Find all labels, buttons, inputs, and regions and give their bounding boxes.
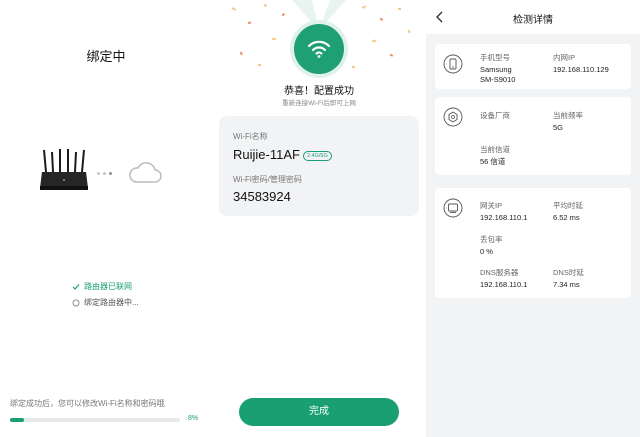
dns-latency-value: 7.34 ms — [553, 280, 580, 289]
avg-latency-label: 平均时延 — [553, 201, 583, 210]
network-info-card: 网关IP 192.168.110.1 平均时延 6.52 ms 丢包率 0 % … — [435, 188, 631, 298]
avg-latency-value: 6.52 ms — [553, 213, 580, 222]
connecting-dots — [97, 172, 112, 175]
phone-info-card: 手机型号 Samsung SM-S9010 内网IP 192.168.110.1… — [435, 44, 631, 89]
phone-icon — [443, 54, 463, 74]
binding-panel: 绑定中 路由器已联网 绑定路由器中... 绑定成功后，您可以修改Wi-Fi名称和… — [0, 0, 212, 437]
detail-panel: 检测详情 手机型号 Samsung SM-S9010 内网IP 192.168.… — [426, 0, 640, 437]
page-title: 绑定中 — [86, 49, 126, 64]
wifi-info-card: Wi-Fi名称 Ruijie-11AF 2.4G/5G Wi-Fi密码/管理密码 … — [219, 116, 419, 216]
phone-model-line2: SM-S9010 — [480, 75, 516, 84]
wifi-name-row: Ruijie-11AF 2.4G/5G — [233, 147, 332, 162]
step-binding-router: 绑定路由器中... — [72, 297, 139, 308]
lan-ip-label: 内网IP — [553, 53, 576, 62]
network-icon — [443, 198, 463, 218]
dns-latency-label: DNS时延 — [553, 268, 584, 277]
step-label: 路由器已联网 — [84, 282, 132, 291]
dns-server-label: DNS服务器 — [480, 268, 519, 277]
check-icon — [72, 283, 80, 290]
band-badge: 2.4G/5G — [302, 150, 332, 161]
channel-value: 56 信道 — [480, 157, 506, 166]
channel-label: 当前信道 — [480, 145, 510, 154]
gateway-label: 网关IP — [480, 201, 503, 210]
success-title: 恭喜！配置成功 — [284, 86, 354, 97]
frequency-label: 当前频率 — [553, 111, 583, 120]
packet-loss-value: 0 % — [480, 247, 493, 256]
step-label: 绑定路由器中... — [84, 298, 139, 307]
success-panel: 恭喜！配置成功 重新连接Wi-Fi后即可上网 Wi-Fi名称 Ruijie-11… — [212, 0, 426, 437]
progress-bar — [10, 418, 180, 422]
router-icon — [40, 149, 88, 190]
wifi-success-badge — [294, 24, 344, 74]
wifi-icon — [307, 40, 331, 58]
binding-tip: 绑定成功后，您可以修改Wi-Fi名称和密码哦 — [10, 399, 165, 408]
gateway-value: 192.168.110.1 — [480, 213, 528, 222]
pending-circle-icon — [72, 299, 80, 306]
reconnect-hint: 重新连接Wi-Fi后即可上网 — [282, 100, 356, 107]
vendor-label: 设备厂商 — [480, 111, 510, 120]
top-bar: 检测详情 — [426, 0, 640, 34]
phone-model-label: 手机型号 — [480, 53, 510, 62]
packet-loss-label: 丢包率 — [480, 235, 503, 244]
lan-ip-value: 192.168.110.129 — [553, 65, 609, 74]
page-title: 检测详情 — [513, 15, 553, 26]
frequency-value: 5G — [553, 123, 564, 132]
phone-model-line1: Samsung — [480, 65, 512, 74]
password-label: Wi-Fi密码/管理密码 — [233, 175, 302, 184]
cloud-icon — [129, 162, 162, 183]
done-button[interactable]: 完成 — [239, 398, 399, 426]
dns-server-value: 192.168.110.1 — [480, 280, 528, 289]
progress-fill — [10, 418, 24, 422]
progress-percent: 8% — [188, 415, 199, 422]
password-value: 34583924 — [233, 189, 291, 204]
wifi-name-value: Ruijie-11AF — [233, 147, 300, 162]
wifi-name-label: Wi-Fi名称 — [233, 132, 268, 141]
device-info-card: 设备厂商 当前频率 5G 当前信道 56 信道 — [435, 97, 631, 175]
step-router-online: 路由器已联网 — [72, 281, 132, 292]
router-chip-icon — [443, 107, 463, 127]
